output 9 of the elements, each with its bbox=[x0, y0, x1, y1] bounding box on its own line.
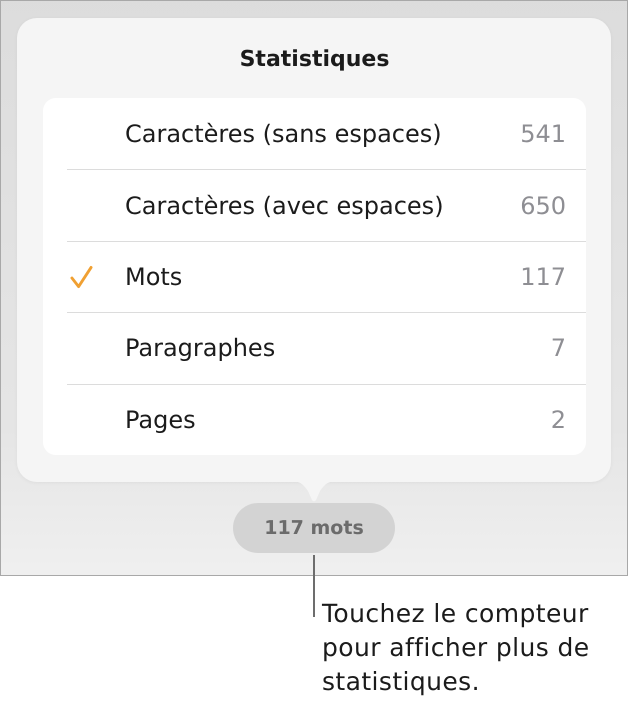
statistic-option[interactable]: Caractères (avec espaces) 650 bbox=[67, 169, 586, 241]
word-count-button[interactable]: 117 mots bbox=[233, 502, 395, 553]
statistic-option[interactable]: Paragraphes 7 bbox=[67, 312, 586, 384]
leader-line bbox=[313, 555, 315, 617]
statistic-option[interactable]: Caractères (sans espaces) 541 bbox=[67, 98, 586, 170]
statistic-option[interactable]: Mots 117 bbox=[67, 240, 586, 312]
statistic-option[interactable]: Pages 2 bbox=[67, 384, 586, 455]
callout-text: Touchez le compteur pour afficher plus de statistiques. bbox=[322, 598, 591, 698]
popover-title: Statistiques bbox=[238, 46, 390, 74]
